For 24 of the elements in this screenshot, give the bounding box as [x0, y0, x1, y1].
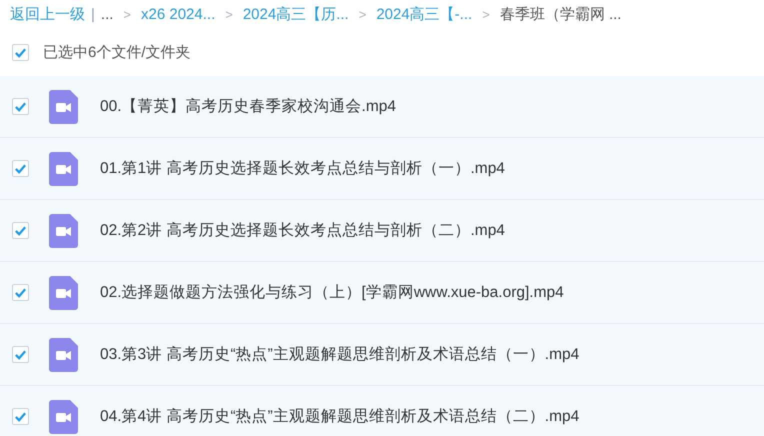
checkbox[interactable] [12, 346, 29, 363]
breadcrumb-item: 春季班（学霸网 ... [500, 4, 622, 24]
separator: | [91, 6, 95, 22]
selection-count: 已选中6个文件/文件夹 [43, 42, 191, 62]
file-name[interactable]: 00.【菁英】高考历史春季家校沟通会.mp4 [100, 96, 396, 117]
file-name[interactable]: 02.第2讲 高考历史选择题长效考点总结与剖析（二）.mp4 [100, 220, 505, 241]
chevron: > [358, 6, 366, 22]
chevron: > [482, 6, 490, 22]
video-file-icon [49, 90, 78, 124]
checkbox[interactable] [12, 222, 29, 239]
checkbox[interactable] [12, 284, 29, 301]
chevron: > [123, 6, 132, 22]
video-file-icon [49, 276, 78, 310]
checkbox[interactable] [12, 408, 29, 425]
video-file-icon [49, 152, 78, 186]
checkbox[interactable] [12, 160, 29, 177]
checkbox[interactable] [12, 44, 29, 60]
video-file-icon [49, 338, 78, 372]
breadcrumb-item: ... [100, 6, 114, 22]
file-name[interactable]: 01.第1讲 高考历史选择题长效考点总结与剖析（一）.mp4 [100, 158, 505, 179]
video-file-icon [49, 400, 78, 434]
video-file-icon [49, 214, 78, 248]
chevron: > [225, 6, 233, 22]
checkbox[interactable] [12, 98, 29, 115]
